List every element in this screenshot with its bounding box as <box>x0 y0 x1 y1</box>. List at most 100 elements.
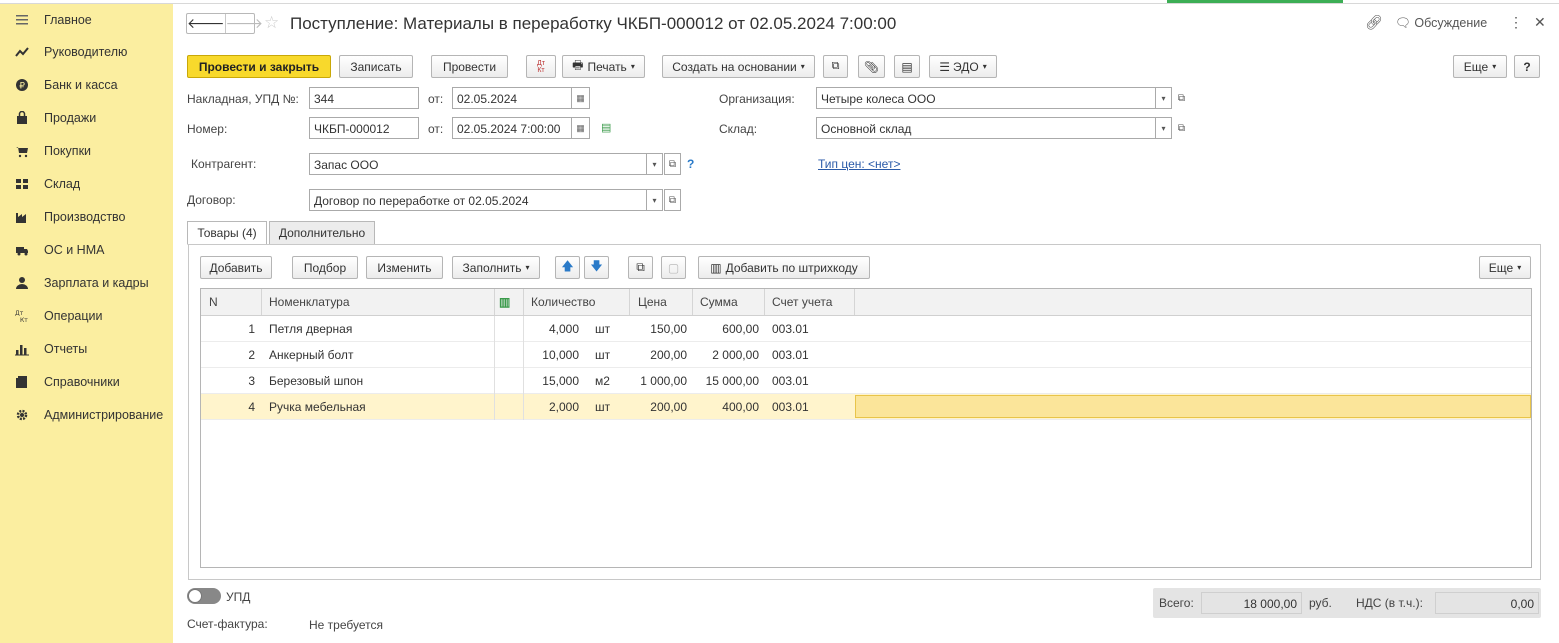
table-row[interactable]: 1 Петля дверная 4,000 шт 150,00 600,00 0… <box>201 316 1531 342</box>
contract-field[interactable]: Договор по переработке от 02.05.2024 <box>309 189 647 211</box>
back-arrow-icon[interactable]: 🡐 <box>187 14 225 33</box>
dt-kt-button[interactable]: Дт Кт <box>526 55 556 78</box>
table-more-button[interactable]: Еще ▾ <box>1479 256 1531 279</box>
create-based-label: Создать на основании <box>672 59 797 74</box>
chevron-down-icon[interactable]: ▾ <box>1155 117 1172 139</box>
tab-additional[interactable]: Дополнительно <box>269 221 375 245</box>
paperclip-icon: 📎︎ <box>863 59 880 74</box>
chevron-down-icon[interactable]: ▾ <box>646 153 663 175</box>
sidebar-item-warehouse[interactable]: Склад <box>0 171 173 197</box>
row-number: 1 <box>248 322 255 336</box>
upd-toggle[interactable] <box>187 588 221 604</box>
nav-buttons: 🡐 🡒 <box>186 13 263 34</box>
calendar-icon[interactable]: ▦ <box>571 87 590 109</box>
sidebar-item-manager[interactable]: Руководителю <box>0 39 173 65</box>
chevron-down-icon[interactable]: ▾ <box>646 189 663 211</box>
sidebar-item-purchases[interactable]: Покупки <box>0 138 173 164</box>
save-button[interactable]: Записать <box>339 55 413 78</box>
post-button[interactable]: Провести <box>431 55 508 78</box>
edit-button[interactable]: Изменить <box>366 256 443 279</box>
row-qty: 2,000 <box>548 400 579 414</box>
sidebar-item-production[interactable]: Производство <box>0 204 173 230</box>
bag-icon <box>17 111 27 124</box>
row-price: 1 000,00 <box>640 374 687 388</box>
chevron-down-icon: ▾ <box>1492 62 1497 71</box>
invoice-date-field[interactable]: 02.05.2024 <box>452 87 572 109</box>
col-price[interactable]: Цена <box>638 289 667 315</box>
sidebar-item-salary[interactable]: Зарплата и кадры <box>0 270 173 296</box>
open-icon[interactable]: ⧉ <box>664 189 681 211</box>
edo-button[interactable]: ☰ ЭДО ▾ <box>929 55 997 78</box>
counterparty-field[interactable]: Запас ООО <box>309 153 647 175</box>
move-down-button[interactable]: 🡇 <box>584 256 609 279</box>
open-icon[interactable]: ⧉ <box>1173 87 1190 109</box>
vat-field: 0,00 <box>1435 592 1539 614</box>
forward-arrow-icon[interactable]: 🡒 <box>224 14 263 33</box>
structure-button[interactable]: ⧉ <box>823 55 848 78</box>
close-icon[interactable]: ✕ <box>1534 14 1546 31</box>
sidebar-item-references[interactable]: Справочники <box>0 369 173 395</box>
attach-button[interactable]: 📎︎ <box>858 55 885 78</box>
document-button[interactable]: ▤ <box>894 55 920 78</box>
create-based-on-button[interactable]: Создать на основании ▾ <box>662 55 815 78</box>
row-account: 003.01 <box>772 348 809 362</box>
dt-kt-icon: ДтКт <box>537 59 545 74</box>
sidebar-item-label: Отчеты <box>44 342 88 356</box>
number-field[interactable]: ЧКБП-000012 <box>309 117 419 139</box>
print-button[interactable]: 🖶 Печать ▾ <box>562 55 645 78</box>
table-row[interactable]: 2 Анкерный болт 10,000 шт 200,00 2 000,0… <box>201 342 1531 368</box>
open-icon[interactable]: ⧉ <box>664 153 681 175</box>
pick-button[interactable]: Подбор <box>292 256 358 279</box>
ruble-icon: ₽ <box>16 79 28 92</box>
calendar-icon[interactable]: ▦ <box>571 117 590 139</box>
col-n[interactable]: N <box>209 289 218 315</box>
chevron-down-icon: ▾ <box>1517 263 1522 272</box>
sidebar-item-reports[interactable]: Отчеты <box>0 336 173 362</box>
table-row-selected[interactable]: 4 Ручка мебельная 2,000 шт 200,00 400,00… <box>201 394 1531 420</box>
more-vert-icon[interactable]: ⋮ <box>1509 14 1523 31</box>
col-sum[interactable]: Сумма <box>700 289 738 315</box>
column-settings-icon[interactable]: ▥ <box>499 289 510 315</box>
row-unit: шт <box>595 322 611 336</box>
table-row[interactable]: 3 Березовый шпон 15,000 м2 1 000,00 15 0… <box>201 368 1531 394</box>
help-button[interactable]: ? <box>1514 55 1540 78</box>
add-by-barcode-button[interactable]: ▥ Добавить по штрихкоду <box>698 256 870 279</box>
link-icon[interactable]: 🔗︎ <box>1365 14 1383 31</box>
organization-field[interactable]: Четыре колеса ООО <box>816 87 1156 109</box>
tab-goods[interactable]: Товары (4) <box>187 221 267 245</box>
help-question-icon[interactable]: ? <box>687 157 694 171</box>
discussion-button[interactable]: 🗨︎ Обсуждение <box>1395 16 1487 31</box>
sidebar-item-main[interactable]: Главное <box>0 7 173 33</box>
sidebar-item-operations[interactable]: Дт Кт Операции <box>0 303 173 329</box>
price-type-link[interactable]: Тип цен: <нет> <box>818 157 900 171</box>
post-and-close-button[interactable]: Провести и закрыть <box>187 55 331 78</box>
from-label: от: <box>428 92 444 106</box>
edit-number-icon[interactable]: ▤ <box>601 121 611 134</box>
number-date-field[interactable]: 02.05.2024 7:00:00 <box>452 117 572 139</box>
structure-icon: ⧉ <box>831 60 840 72</box>
print-label: Печать <box>587 59 627 74</box>
copy-button[interactable]: ⧉ <box>628 256 653 279</box>
sidebar-item-admin[interactable]: Администрирование <box>0 402 173 428</box>
svg-text:₽: ₽ <box>19 82 25 92</box>
favorite-star-icon[interactable]: ☆ <box>264 13 279 33</box>
more-button[interactable]: Еще ▾ <box>1453 55 1507 78</box>
move-up-button[interactable]: 🡅 <box>555 256 580 279</box>
col-qty[interactable]: Количество <box>531 289 595 315</box>
col-name[interactable]: Номенклатура <box>269 289 350 315</box>
more-label: Еще <box>1488 260 1514 275</box>
sidebar-item-bank[interactable]: ₽ Банк и касса <box>0 72 173 98</box>
counterparty-label: Контрагент: <box>191 157 257 171</box>
chevron-down-icon[interactable]: ▾ <box>1155 87 1172 109</box>
fill-button[interactable]: Заполнить ▾ <box>452 256 540 279</box>
active-cell[interactable] <box>855 395 1531 418</box>
sidebar-item-sales[interactable]: Продажи <box>0 105 173 131</box>
warehouse-field[interactable]: Основной склад <box>816 117 1156 139</box>
invoice-number-field[interactable]: 344 <box>309 87 419 109</box>
add-button[interactable]: Добавить <box>200 256 272 279</box>
paste-button[interactable]: ▢ <box>661 256 686 279</box>
open-icon[interactable]: ⧉ <box>1173 117 1190 139</box>
col-account[interactable]: Счет учета <box>772 289 832 315</box>
sidebar-item-fixed-assets[interactable]: ОС и НМА <box>0 237 173 263</box>
sidebar-item-label: Зарплата и кадры <box>44 276 149 290</box>
